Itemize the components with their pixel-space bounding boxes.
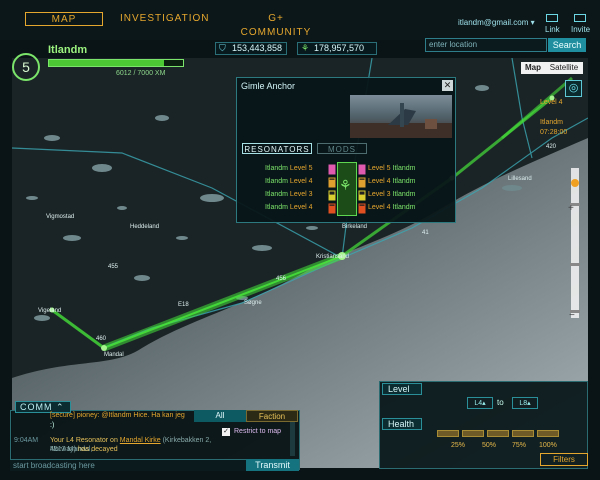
place-kristiansand: Kristiansand — [316, 254, 349, 260]
chevron-down-icon: ▾ — [530, 18, 535, 27]
reso-left-2: Itlandm Level 3 — [265, 191, 313, 198]
score-resistance: ⚘ 178,957,570 — [297, 42, 377, 55]
level-label: Level — [382, 383, 422, 395]
chat-message-cont: Norway) has decayed — [50, 446, 118, 453]
resonator-bars — [328, 164, 366, 214]
transmit-button[interactable]: Transmit — [246, 459, 299, 471]
tree-icon: ⚘ — [301, 43, 310, 53]
health-seg-100[interactable] — [537, 430, 559, 437]
level-to-select[interactable]: L8▴ — [512, 397, 538, 409]
comm-all-button[interactable]: All — [194, 410, 246, 422]
resonator-energy-bar — [329, 205, 335, 213]
right-portal-level: Level 4 — [540, 99, 563, 106]
broadcast-input[interactable]: start broadcasting here — [10, 459, 246, 471]
reso-right-0: Level 5 Itlandm — [368, 165, 416, 172]
shield-icon: ⛉ — [219, 43, 226, 53]
reso-left-0: Itlandm Level 5 — [265, 165, 313, 172]
resonator-energy-bar — [359, 165, 365, 174]
road-455: 455 — [108, 264, 119, 270]
link-icon[interactable] — [546, 14, 558, 22]
tab-mods[interactable]: MODS — [317, 143, 367, 154]
level-to-word: to — [497, 398, 504, 407]
portal-photo[interactable] — [350, 95, 452, 138]
reso-left-3: Itlandm Level 4 — [265, 204, 313, 211]
player-level: 5 — [12, 53, 40, 81]
restrict-checkbox[interactable]: ✓ — [222, 428, 230, 436]
health-seg-75[interactable] — [487, 430, 509, 437]
level-from-select[interactable]: L4▴ — [467, 397, 493, 409]
portal-link[interactable]: Mandal Kirke — [120, 437, 161, 444]
link-label[interactable]: Link — [545, 25, 560, 34]
tab-investigation[interactable]: INVESTIGATION — [120, 12, 209, 26]
restrict-label: Restrict to map — [234, 428, 282, 435]
health-seg-90[interactable] — [512, 430, 534, 437]
zoom-out-icon[interactable]: − — [569, 310, 575, 321]
player-name[interactable]: Itlandm — [48, 44, 87, 56]
health-label: Health — [382, 418, 422, 430]
road-41: 41 — [422, 230, 429, 236]
resonator-energy-bar — [359, 205, 365, 213]
invite-label[interactable]: Invite — [571, 25, 590, 34]
place-heddeland: Heddeland — [130, 224, 159, 230]
place-vigeland: Vigeland — [38, 308, 61, 314]
comm-faction-button[interactable]: Faction — [246, 410, 298, 422]
tab-map[interactable]: MAP — [25, 12, 103, 26]
filters-button[interactable]: Filters — [540, 453, 588, 466]
score-enlightened: ⛉ 153,443,858 — [215, 42, 287, 55]
chevron-up-icon: ▴ — [482, 400, 486, 407]
pegman-icon — [571, 179, 579, 187]
xp-fill — [49, 60, 165, 66]
resonator-energy-bar — [329, 165, 335, 174]
zoom-track — [571, 168, 579, 318]
map-type-satellite[interactable]: Satellite — [545, 62, 583, 74]
place-sogne: Søgne — [244, 300, 262, 306]
chat-scrollbar[interactable] — [290, 422, 295, 456]
chevron-up-icon: ▴ — [527, 400, 531, 407]
reso-right-1: Level 4 Itlandm — [368, 178, 416, 185]
zoom-thumb — [570, 263, 580, 266]
place-vigmostad: Vigmostad — [46, 214, 74, 220]
xp-bar — [48, 59, 184, 67]
health-seg-25[interactable] — [437, 430, 459, 437]
road-e18: E18 — [178, 302, 189, 308]
place-birkeland: Birkeland — [342, 224, 367, 230]
location-search-input[interactable]: enter location — [425, 38, 547, 52]
close-icon[interactable]: ✕ — [442, 80, 453, 91]
resonator-energy-bar — [359, 194, 365, 200]
portal-details-panel: Gimle Anchor ✕ RESONATORS MODS ⚘ Itlandm… — [236, 77, 456, 223]
reso-right-3: Level 4 Itlandm — [368, 204, 416, 211]
resonator-energy-bar — [359, 179, 365, 187]
road-456: 456 — [276, 276, 287, 282]
map-type-map[interactable]: Map — [521, 62, 545, 74]
resonator-energy-bar — [329, 194, 335, 200]
chat-timestamp: 9:04AM — [14, 437, 39, 444]
portal-title: Gimle Anchor — [241, 81, 296, 91]
right-portal-time: 07:28:00 — [540, 129, 567, 136]
tab-g-community[interactable]: G+ COMMUNITY — [232, 12, 320, 38]
resonator-energy-bar — [329, 179, 335, 187]
health-tick: 25% — [451, 442, 466, 449]
right-portal-owner: Itlandm — [540, 119, 563, 126]
chat-message-cont: :) — [50, 422, 55, 429]
road-420: 420 — [546, 144, 557, 150]
health-tick: 100% — [539, 442, 557, 449]
search-button[interactable]: Search — [548, 38, 586, 52]
reso-left-1: Itlandm Level 4 — [265, 178, 313, 185]
locate-me-icon[interactable]: ◎ — [565, 80, 582, 97]
road-460: 460 — [96, 336, 107, 342]
tab-resonators[interactable]: RESONATORS — [242, 143, 312, 154]
xp-text: 6012 / 7000 XM — [116, 70, 166, 77]
health-seg-50[interactable] — [462, 430, 484, 437]
health-tick: 75% — [512, 442, 527, 449]
mail-icon[interactable] — [574, 14, 586, 22]
chat-message: [secure] pioney: @Itlandm Hice. Ha kan j… — [50, 412, 185, 419]
place-lillesand: Lillesand — [508, 176, 532, 182]
health-tick: 50% — [482, 442, 497, 449]
zoom-in-icon[interactable]: + — [568, 203, 574, 214]
user-email[interactable]: itlandm@gmail.com ▾ — [458, 18, 535, 27]
reso-right-2: Level 3 Itlandm — [368, 191, 416, 198]
place-mandal: Mandal — [104, 352, 124, 358]
